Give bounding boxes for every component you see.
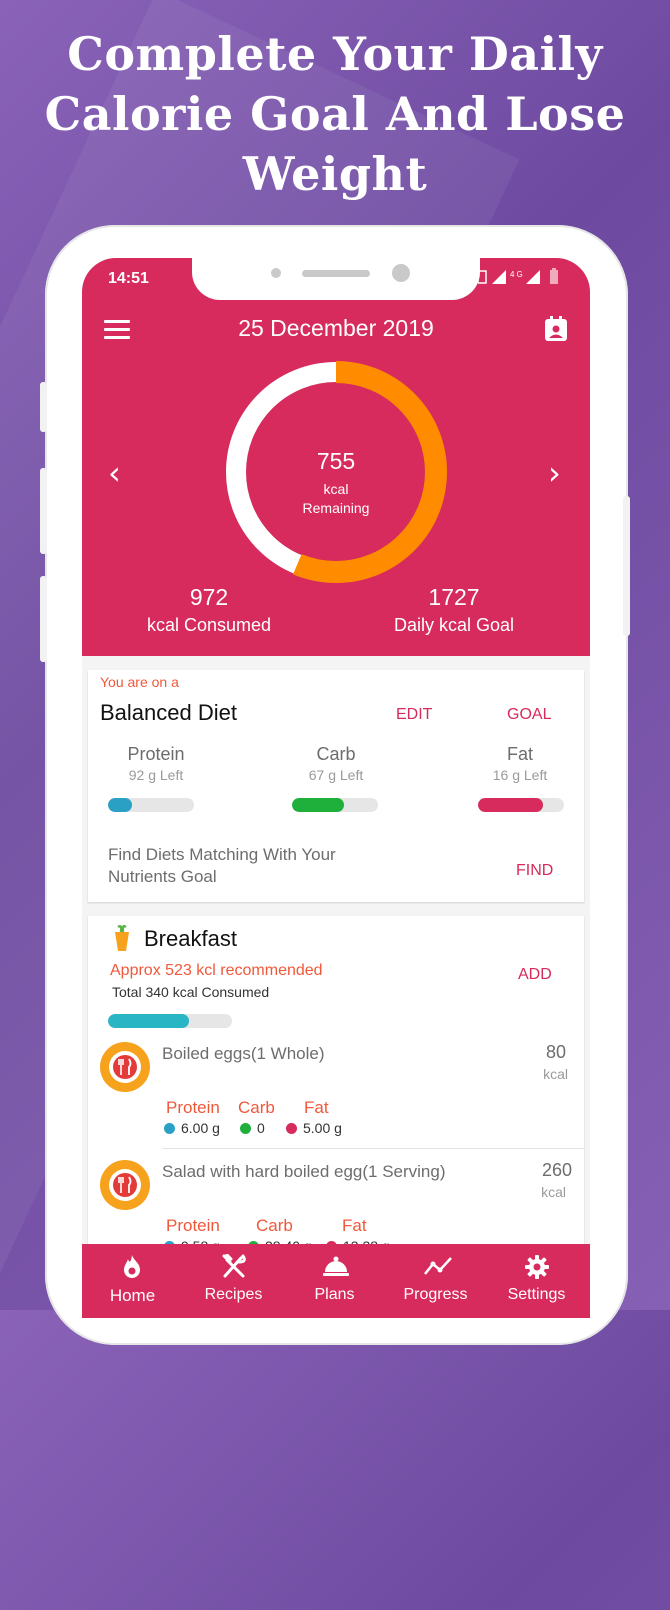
goal-stat: 1727 Daily kcal Goal	[354, 584, 554, 636]
phone-button-right	[623, 496, 630, 636]
goal-button[interactable]: GOAL	[507, 706, 551, 724]
breakfast-recommended: Approx 523 kcl recommended	[110, 962, 323, 979]
phone-button-left-1	[40, 382, 47, 432]
nutrient-left: 67 g Left	[308, 767, 364, 783]
item-divider	[162, 1148, 584, 1149]
fat-amount: 5.00 g	[286, 1120, 342, 1136]
nutrient-name: Protein	[127, 744, 185, 764]
nav-plans[interactable]: Plans	[284, 1244, 385, 1318]
consumed-value: 972	[189, 584, 229, 610]
headline: Complete Your Daily Calorie Goal And Los…	[0, 24, 670, 204]
breakfast-progress-bar	[108, 1014, 232, 1028]
sensor-dot	[271, 268, 281, 278]
consumed-label: kcal Consumed	[146, 615, 272, 635]
breakfast-progress-fill	[108, 1014, 189, 1028]
carb-progress-fill	[292, 798, 344, 812]
next-day-chevron-icon[interactable]: ›	[548, 454, 561, 492]
nav-settings[interactable]: Settings	[486, 1244, 587, 1318]
carb-amount: 0	[240, 1120, 265, 1136]
phone-button-left-3	[40, 576, 47, 662]
edit-button[interactable]: EDIT	[396, 706, 432, 724]
fat-label: Fat	[342, 1216, 367, 1235]
nutrient-name: Carb	[316, 744, 356, 764]
current-date: 25 December 2019	[238, 315, 434, 341]
signal-battery-icon: 4G	[477, 268, 558, 284]
diet-card: You are on a Balanced Diet EDIT GOAL Pro…	[88, 670, 584, 902]
nutrient-protein: Protein 92 g Left	[100, 744, 212, 783]
camera-dot	[392, 264, 410, 282]
nutrient-left: 92 g Left	[128, 767, 184, 783]
app-screen: 14:51 4G 25 December 2019 ‹ › 755 kcal R…	[82, 258, 590, 1318]
bottom-navigation: Home Recipes Plans Progress Settings	[82, 1244, 590, 1318]
nav-home[interactable]: Home	[82, 1244, 183, 1318]
calendar-icon[interactable]	[544, 316, 568, 342]
carb-label: Carb	[238, 1098, 275, 1117]
headline-line-2: Calorie Goal And Lose	[44, 87, 626, 141]
nav-progress[interactable]: Progress	[385, 1244, 486, 1318]
trend-icon	[424, 1257, 452, 1275]
food-kcal-unit: kcal	[541, 1184, 566, 1200]
nav-label: Home	[109, 1286, 156, 1305]
summary-header: 14:51 4G 25 December 2019 ‹ › 755 kcal R…	[82, 258, 590, 656]
remaining-value: 755	[316, 448, 356, 474]
status-time: 14:51	[108, 270, 149, 287]
nav-label: Settings	[507, 1286, 566, 1303]
fat-label: Fat	[304, 1098, 329, 1117]
fat-progress-fill	[478, 798, 543, 812]
utensils-icon	[222, 1254, 246, 1278]
phone-button-left-2	[40, 468, 47, 554]
nav-label: Plans	[314, 1286, 355, 1303]
food-plate-icon	[100, 1160, 150, 1210]
remaining-unit: kcal	[323, 481, 349, 497]
food-item[interactable]: Boiled eggs(1 Whole) 80 kcal Protein Car…	[88, 1034, 584, 1152]
food-plate-icon	[100, 1042, 150, 1092]
remaining-label: Remaining	[302, 500, 370, 516]
find-button[interactable]: FIND	[516, 862, 553, 880]
nav-label: Progress	[403, 1286, 468, 1303]
breakfast-consumed: Total 340 kcal Consumed	[112, 984, 270, 1000]
svg-text:4G: 4G	[510, 270, 525, 279]
breakfast-title: Breakfast	[144, 926, 237, 951]
status-icons: 4G	[477, 268, 568, 289]
consumed-stat: 972 kcal Consumed	[109, 584, 309, 636]
previous-day-chevron-icon[interactable]: ‹	[108, 454, 121, 492]
phone-notch	[192, 258, 480, 300]
breakfast-drink-icon	[115, 924, 129, 951]
carb-label: Carb	[256, 1216, 293, 1235]
food-kcal: 260	[541, 1160, 572, 1180]
remaining-display: 755 kcal Remaining	[224, 360, 448, 584]
goal-label: Daily kcal Goal	[393, 615, 515, 635]
protein-label: Protein	[166, 1216, 220, 1235]
speaker-grille	[302, 270, 370, 277]
gear-icon	[525, 1255, 549, 1279]
food-name: Boiled eggs(1 Whole)	[162, 1044, 325, 1063]
protein-progress-bar	[108, 798, 194, 812]
breakfast-card: Breakfast Approx 523 kcl recommended Tot…	[88, 916, 584, 1276]
nutrient-carb: Carb 67 g Left	[280, 744, 392, 783]
goal-value: 1727	[428, 584, 480, 610]
protein-progress-fill	[108, 798, 133, 812]
food-name: Salad with hard boiled egg(1 Serving)	[162, 1162, 446, 1181]
flame-icon	[124, 1255, 140, 1278]
protein-amount: 6.00 g	[164, 1120, 220, 1136]
add-food-button[interactable]: ADD	[518, 966, 552, 984]
headline-line-1: Complete Your Daily	[67, 27, 603, 81]
nav-label: Recipes	[204, 1286, 263, 1303]
headline-line-3: Weight	[242, 147, 428, 201]
diet-prefix: You are on a	[100, 674, 179, 690]
carb-progress-bar	[292, 798, 378, 812]
nutrient-fat: Fat 16 g Left	[464, 744, 576, 783]
nutrient-left: 16 g Left	[492, 767, 548, 783]
food-kcal: 80	[545, 1042, 566, 1062]
food-kcal-unit: kcal	[543, 1066, 568, 1082]
fat-progress-bar	[478, 798, 564, 812]
cloche-icon	[323, 1256, 349, 1276]
nav-recipes[interactable]: Recipes	[183, 1244, 284, 1318]
diet-name: Balanced Diet	[100, 700, 237, 725]
nutrient-name: Fat	[506, 744, 533, 764]
find-diets-text: Find Diets Matching With Your Nutrients …	[108, 845, 336, 886]
protein-label: Protein	[166, 1098, 220, 1117]
